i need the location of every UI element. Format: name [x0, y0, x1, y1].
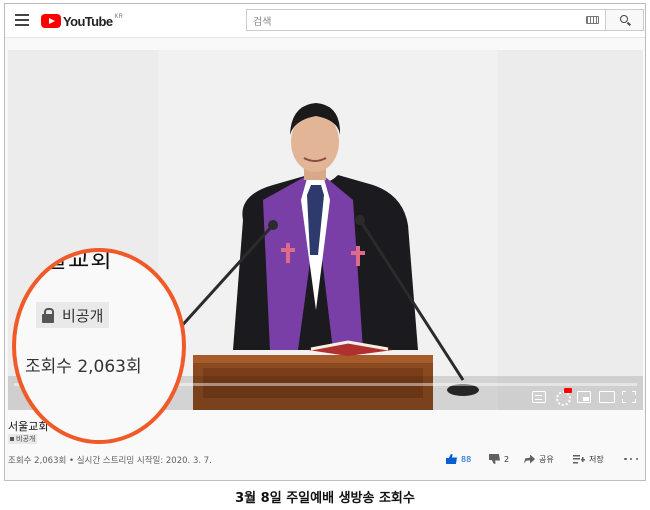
thumbs-up-icon — [446, 454, 457, 464]
search-icon — [620, 15, 628, 23]
logo-text: YouTube — [63, 13, 113, 29]
privacy-label: 비공개 — [16, 435, 36, 443]
lock-icon — [10, 437, 14, 441]
keyboard-icon[interactable] — [586, 16, 599, 24]
top-bar: YouTube KR — [5, 4, 645, 38]
zoomed-title: 울교회 — [46, 248, 113, 273]
hamburger-menu-icon[interactable] — [15, 14, 29, 26]
logo-region: KR — [114, 14, 123, 20]
save-button[interactable]: 저장 — [573, 452, 604, 466]
search-button[interactable] — [606, 9, 644, 31]
youtube-play-icon — [41, 14, 61, 28]
zoomed-privacy-badge: 비공개 — [36, 302, 110, 328]
miniplayer-icon[interactable] — [577, 391, 591, 403]
search-input[interactable] — [247, 12, 567, 33]
zoom-callout: 울교회 비공개 조회수 2,063회 — [12, 248, 186, 444]
privacy-badge: 비공개 — [8, 434, 38, 444]
playlist-add-icon — [573, 454, 585, 464]
thumbs-down-icon — [489, 454, 500, 464]
save-label: 저장 — [589, 454, 604, 464]
dislike-count: 2 — [504, 454, 510, 464]
lock-icon — [42, 308, 54, 323]
settings-icon[interactable] — [555, 388, 572, 406]
zoomed-view-count: 조회수 2,063회 — [25, 357, 142, 377]
zoomed-privacy-label: 비공개 — [62, 306, 104, 325]
video-meta: 조회수 2,063회 • 실시간 스트리밍 시작일: 2020. 3. 7. — [8, 456, 212, 466]
more-actions-icon[interactable] — [624, 452, 638, 466]
fullscreen-icon[interactable] — [622, 391, 636, 403]
theater-mode-icon[interactable] — [599, 391, 615, 403]
like-count: 88 — [461, 454, 472, 464]
subtitles-icon[interactable] — [532, 391, 546, 403]
share-label: 공유 — [539, 454, 554, 464]
like-button[interactable]: 88 — [446, 452, 471, 466]
search-box — [246, 9, 606, 33]
screenshot-frame: YouTube KR 검색 서울교회 비공개 조회수 2,063회 • 실시간 … — [4, 3, 646, 481]
share-icon — [524, 454, 535, 464]
image-caption: 3월 8일 주일예배 생방송 조회수 — [235, 491, 415, 506]
dislike-button[interactable]: 2 — [489, 452, 509, 466]
youtube-logo[interactable]: YouTube KR — [41, 12, 123, 30]
share-button[interactable]: 공유 — [524, 452, 554, 466]
